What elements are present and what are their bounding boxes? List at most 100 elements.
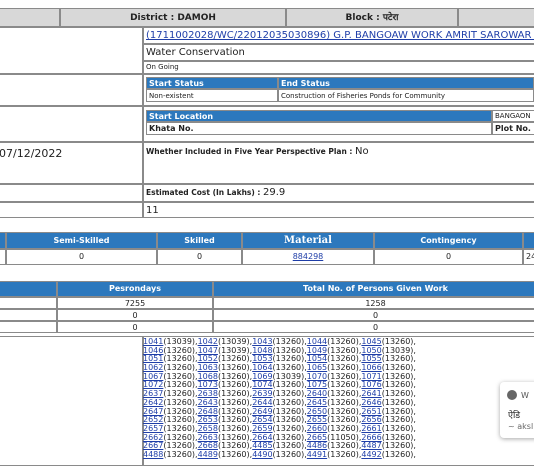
muster-roll-link[interactable]: 1047 <box>198 346 218 355</box>
plan-label: Whether Included in Five Year Perspectiv… <box>146 147 353 156</box>
persondays-left-header <box>0 281 57 297</box>
pd-row2-days: 0 <box>57 309 213 321</box>
muster-roll-link[interactable]: 2661 <box>361 424 381 433</box>
muster-roll-link[interactable]: 1072 <box>143 380 163 390</box>
muster-roll-link[interactable]: 2637 <box>143 389 163 398</box>
muster-roll-amount: (13260), <box>272 389 307 399</box>
pd-row2-persons: 0 <box>213 309 534 321</box>
muster-roll-link[interactable]: 1062 <box>143 363 163 372</box>
muster-roll-link[interactable]: 4490 <box>252 450 272 459</box>
muster-roll-amount: (13260), <box>272 449 307 459</box>
muster-roll-link[interactable]: 2668 <box>198 441 218 450</box>
muster-roll-link[interactable]: 1074 <box>252 380 272 390</box>
muster-roll-link[interactable]: 2659 <box>252 424 272 433</box>
start-location-value: BANGAON <box>492 110 534 122</box>
muster-roll-link[interactable]: 2643 <box>198 398 218 407</box>
muster-roll-link[interactable]: 1071 <box>361 372 381 381</box>
muster-roll-link[interactable]: 2657 <box>143 424 163 433</box>
muster-roll-link[interactable]: 2640 <box>307 389 327 398</box>
muster-roll-link[interactable]: 2653 <box>198 415 218 424</box>
muster-roll-link[interactable]: 2644 <box>252 398 272 407</box>
muster-roll-link[interactable]: 2652 <box>143 415 163 424</box>
muster-roll-amount: (13260), <box>217 397 253 407</box>
muster-roll-link[interactable]: 2654 <box>252 415 272 424</box>
cost-value: 29.9 <box>262 187 286 198</box>
muster-roll-amount: (13260), <box>272 397 307 407</box>
muster-roll-amount: (13260), <box>163 423 198 433</box>
muster-roll-link[interactable]: 2665 <box>307 433 327 442</box>
muster-roll-link[interactable]: 4492 <box>361 450 381 459</box>
muster-roll-link[interactable]: 1070 <box>307 372 327 381</box>
popup-line1: W <box>521 390 529 400</box>
muster-roll-amount: (13260), <box>217 415 253 425</box>
muster-roll-link[interactable]: 1049 <box>307 346 327 355</box>
muster-roll-link[interactable]: 2666 <box>361 433 381 442</box>
muster-roll-link[interactable]: 1067 <box>143 372 163 381</box>
muster-roll-link[interactable]: 2649 <box>252 407 272 416</box>
muster-roll-amount: (13260), <box>381 449 416 459</box>
muster-roll-link[interactable]: 2667 <box>143 441 163 450</box>
muster-roll-link[interactable]: 2662 <box>143 433 163 442</box>
muster-roll-link[interactable]: 2642 <box>143 398 163 407</box>
muster-roll-link[interactable]: 4491 <box>307 450 327 459</box>
muster-roll-amount: (13260), <box>217 354 253 364</box>
muster-roll-link[interactable]: 1044 <box>307 337 327 346</box>
muster-roll-link[interactable]: 1068 <box>198 372 218 381</box>
muster-roll-link[interactable]: 4488 <box>143 450 163 459</box>
work-code-title: (1711002028/WC/22012035030896) G.P. BANG… <box>143 27 534 44</box>
muster-roll-link[interactable]: 1075 <box>307 380 327 390</box>
muster-roll-link[interactable]: 2641 <box>361 389 381 398</box>
notification-popup[interactable]: W ऐडि ~ aksl <box>500 382 534 438</box>
muster-roll-link[interactable]: 1053 <box>252 354 272 364</box>
expense-trailing-value: 24 <box>523 249 534 265</box>
muster-roll-link[interactable]: 4485 <box>252 441 272 450</box>
muster-roll-link[interactable]: 1050 <box>361 346 381 355</box>
muster-roll-link[interactable]: 1054 <box>307 354 327 364</box>
muster-roll-link[interactable]: 2663 <box>198 433 218 442</box>
muster-roll-list: 1041(13039),1042(13039),1043(13260),1044… <box>143 337 443 460</box>
work-code-link[interactable]: (1711002028/WC/22012035030896) G.P. BANG… <box>146 30 534 41</box>
muster-roll-link[interactable]: 2658 <box>198 424 218 433</box>
muster-roll-link[interactable]: 1045 <box>361 337 381 346</box>
semi-skilled-value: 0 <box>6 249 157 265</box>
muster-roll-link[interactable]: 1041 <box>143 337 163 346</box>
muster-roll-link[interactable]: 1051 <box>143 354 163 364</box>
muster-roll-link[interactable]: 1069 <box>252 372 272 381</box>
muster-roll-link[interactable]: 1043 <box>252 337 272 346</box>
muster-roll-amount: (13260), <box>272 432 307 442</box>
muster-roll-link[interactable]: 1073 <box>198 380 218 390</box>
muster-roll-link[interactable]: 2651 <box>361 407 381 416</box>
muster-roll-amount: (13260), <box>272 345 307 355</box>
skilled-header: Skilled <box>157 232 242 249</box>
muster-roll-link[interactable]: 1055 <box>361 354 381 364</box>
muster-roll-amount: (13039), <box>381 345 416 355</box>
muster-roll-link[interactable]: 4487 <box>361 441 381 450</box>
muster-roll-link[interactable]: 2648 <box>198 407 218 416</box>
muster-roll-link[interactable]: 1066 <box>361 363 381 372</box>
muster-roll-link[interactable]: 2664 <box>252 433 272 442</box>
material-link[interactable]: 884298 <box>293 252 324 261</box>
muster-roll-link[interactable]: 1063 <box>198 363 218 372</box>
muster-roll-link[interactable]: 2638 <box>198 389 218 398</box>
muster-roll-link[interactable]: 1046 <box>143 346 163 355</box>
muster-roll-link[interactable]: 4486 <box>307 441 327 450</box>
muster-roll-link[interactable]: 2646 <box>361 398 381 407</box>
plot-label: Plot No. <box>492 122 534 135</box>
muster-roll-link[interactable]: 2650 <box>307 407 327 416</box>
muster-roll-link[interactable]: 2656 <box>361 415 381 424</box>
muster-roll-link[interactable]: 1064 <box>252 363 272 372</box>
muster-roll-link[interactable]: 1042 <box>198 337 218 346</box>
muster-roll-link[interactable]: 2660 <box>307 424 327 433</box>
muster-roll-link[interactable]: 2639 <box>252 389 272 398</box>
muster-roll-link[interactable]: 1065 <box>307 363 327 372</box>
muster-roll-link[interactable]: 2647 <box>143 407 163 416</box>
muster-roll-link[interactable]: 4489 <box>198 450 218 459</box>
muster-roll-link[interactable]: 1076 <box>361 380 381 390</box>
muster-roll-link[interactable]: 1052 <box>198 354 218 364</box>
persondays-header: Pesrondays <box>57 281 213 297</box>
muster-roll-link[interactable]: 2645 <box>307 398 327 407</box>
muster-roll-link[interactable]: 2655 <box>307 415 327 424</box>
pd-row3-persons: 0 <box>213 321 534 333</box>
muster-roll-amount: (13260), <box>381 397 416 407</box>
muster-roll-link[interactable]: 1048 <box>252 346 272 355</box>
